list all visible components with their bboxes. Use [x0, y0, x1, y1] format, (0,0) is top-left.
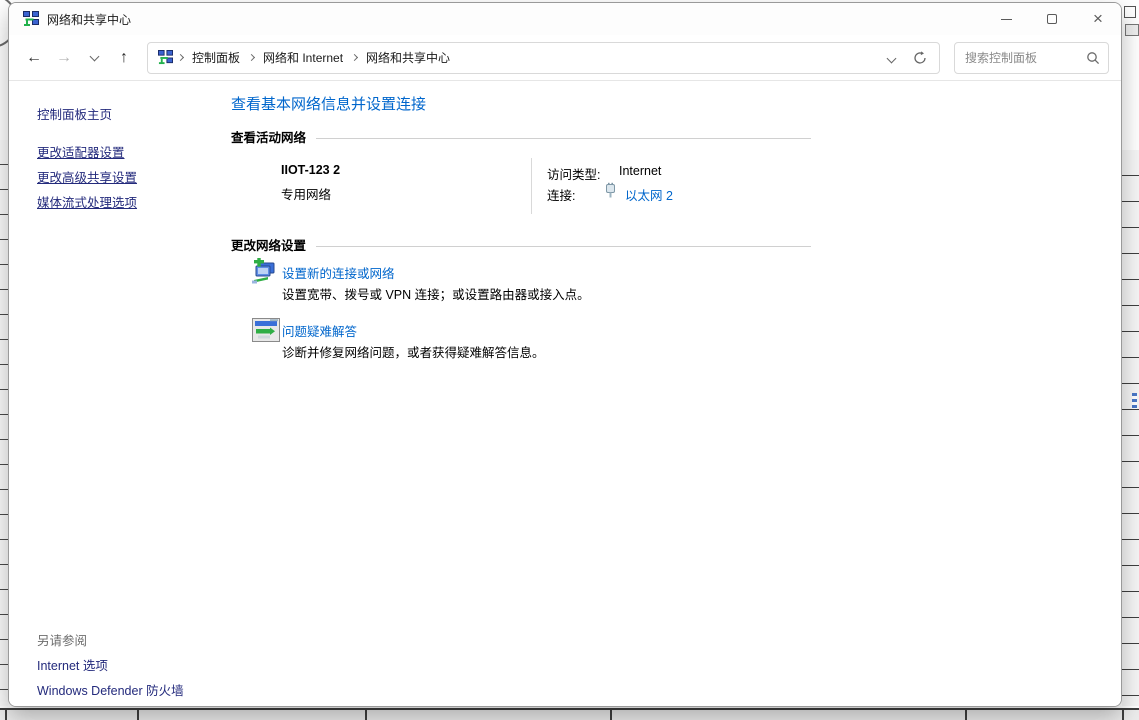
- sidebar-item-media-streaming-options[interactable]: 媒体流式处理选项: [37, 192, 137, 211]
- minimize-icon: [1001, 19, 1012, 20]
- chevron-right-icon: [173, 55, 188, 60]
- section-change-settings-title: 更改网络设置: [231, 235, 306, 254]
- app-network-icon: [23, 11, 39, 27]
- chevron-right-icon: [244, 55, 259, 60]
- background-table-fragment: [0, 708, 1139, 720]
- troubleshoot-link[interactable]: 问题疑难解答: [282, 321, 357, 340]
- troubleshoot-desc: 诊断并修复网络问题，或者获得疑难解答信息。: [282, 342, 545, 361]
- titlebar: 网络和共享中心 ×: [9, 3, 1121, 35]
- sidebar-item-control-panel-home[interactable]: 控制面板主页: [37, 104, 112, 123]
- up-button[interactable]: ↑: [109, 43, 139, 73]
- search-input[interactable]: [965, 51, 1086, 65]
- breadcrumb-network-sharing-center[interactable]: 网络和共享中心: [362, 49, 454, 66]
- troubleshoot-icon: [252, 318, 280, 344]
- refresh-icon: [913, 51, 927, 65]
- background-window-fragment: [1122, 150, 1139, 706]
- window-title: 网络和共享中心: [47, 11, 983, 28]
- navigation-toolbar: ← → ↑ 控制面板 网络和 Internet 网络和共享中心: [9, 35, 1121, 81]
- chevron-down-icon: [89, 51, 99, 61]
- vertical-divider: [531, 158, 532, 214]
- search-icon: [1086, 51, 1100, 65]
- recent-locations-button[interactable]: [79, 43, 109, 73]
- breadcrumb-control-panel[interactable]: 控制面板: [188, 49, 244, 66]
- background-window-fragment: [0, 140, 8, 706]
- forward-button[interactable]: →: [49, 43, 79, 73]
- sidebar-item-change-adapter-settings[interactable]: 更改适配器设置: [37, 142, 125, 161]
- address-bar[interactable]: 控制面板 网络和 Internet 网络和共享中心: [147, 42, 940, 74]
- chevron-right-icon: [347, 55, 362, 60]
- section-active-networks: 查看活动网络: [231, 127, 811, 146]
- section-change-settings: 更改网络设置: [231, 235, 811, 254]
- see-also-header: 另请参阅: [37, 630, 87, 649]
- address-dropdown-button[interactable]: [888, 49, 895, 67]
- sidebar-item-advanced-sharing-settings[interactable]: 更改高级共享设置: [37, 167, 137, 186]
- section-active-networks-title: 查看活动网络: [231, 127, 306, 146]
- sidebar-item-internet-options[interactable]: Internet 选项: [37, 655, 108, 674]
- new-connection-icon: [250, 258, 280, 288]
- network-sharing-center-window: 网络和共享中心 × ← → ↑ 控制面板 网络和 Inte: [8, 2, 1122, 707]
- breadcrumb-network-icon: [158, 50, 173, 65]
- sidebar-item-windows-defender-firewall[interactable]: Windows Defender 防火墙: [37, 680, 184, 699]
- connection-label: 连接:: [547, 185, 575, 204]
- maximize-icon: [1047, 14, 1057, 24]
- setup-new-connection-desc: 设置宽带、拨号或 VPN 连接；或设置路由器或接入点。: [282, 284, 590, 303]
- section-rule: [316, 138, 811, 139]
- content-area: 控制面板主页 更改适配器设置 更改高级共享设置 媒体流式处理选项 另请参阅 In…: [9, 82, 1121, 706]
- background-window-fragment: [1132, 393, 1137, 409]
- background-window-fragment: [1125, 24, 1139, 36]
- background-window-fragment: [1124, 6, 1136, 18]
- arrow-left-icon: ←: [26, 49, 42, 67]
- ethernet-plug-icon: [605, 182, 616, 198]
- refresh-button[interactable]: [913, 51, 927, 65]
- search-box[interactable]: [954, 42, 1109, 74]
- minimize-button[interactable]: [983, 3, 1029, 35]
- setup-new-connection-link[interactable]: 设置新的连接或网络: [282, 263, 395, 282]
- access-type-value: Internet: [619, 164, 661, 178]
- arrow-right-icon: →: [56, 49, 72, 67]
- access-type-label: 访问类型:: [547, 164, 600, 183]
- close-button[interactable]: ×: [1075, 3, 1121, 35]
- arrow-up-icon: ↑: [120, 49, 128, 67]
- back-button[interactable]: ←: [19, 43, 49, 73]
- breadcrumb-network-internet[interactable]: 网络和 Internet: [259, 49, 347, 66]
- section-rule: [316, 246, 811, 247]
- maximize-button[interactable]: [1029, 3, 1075, 35]
- close-icon: ×: [1093, 9, 1103, 29]
- page-title: 查看基本网络信息并设置连接: [231, 93, 426, 114]
- chevron-down-icon: [887, 53, 897, 63]
- network-type: 专用网络: [281, 184, 331, 203]
- connection-link[interactable]: 以太网 2: [625, 185, 673, 204]
- network-name: IIOT-123 2: [281, 163, 340, 177]
